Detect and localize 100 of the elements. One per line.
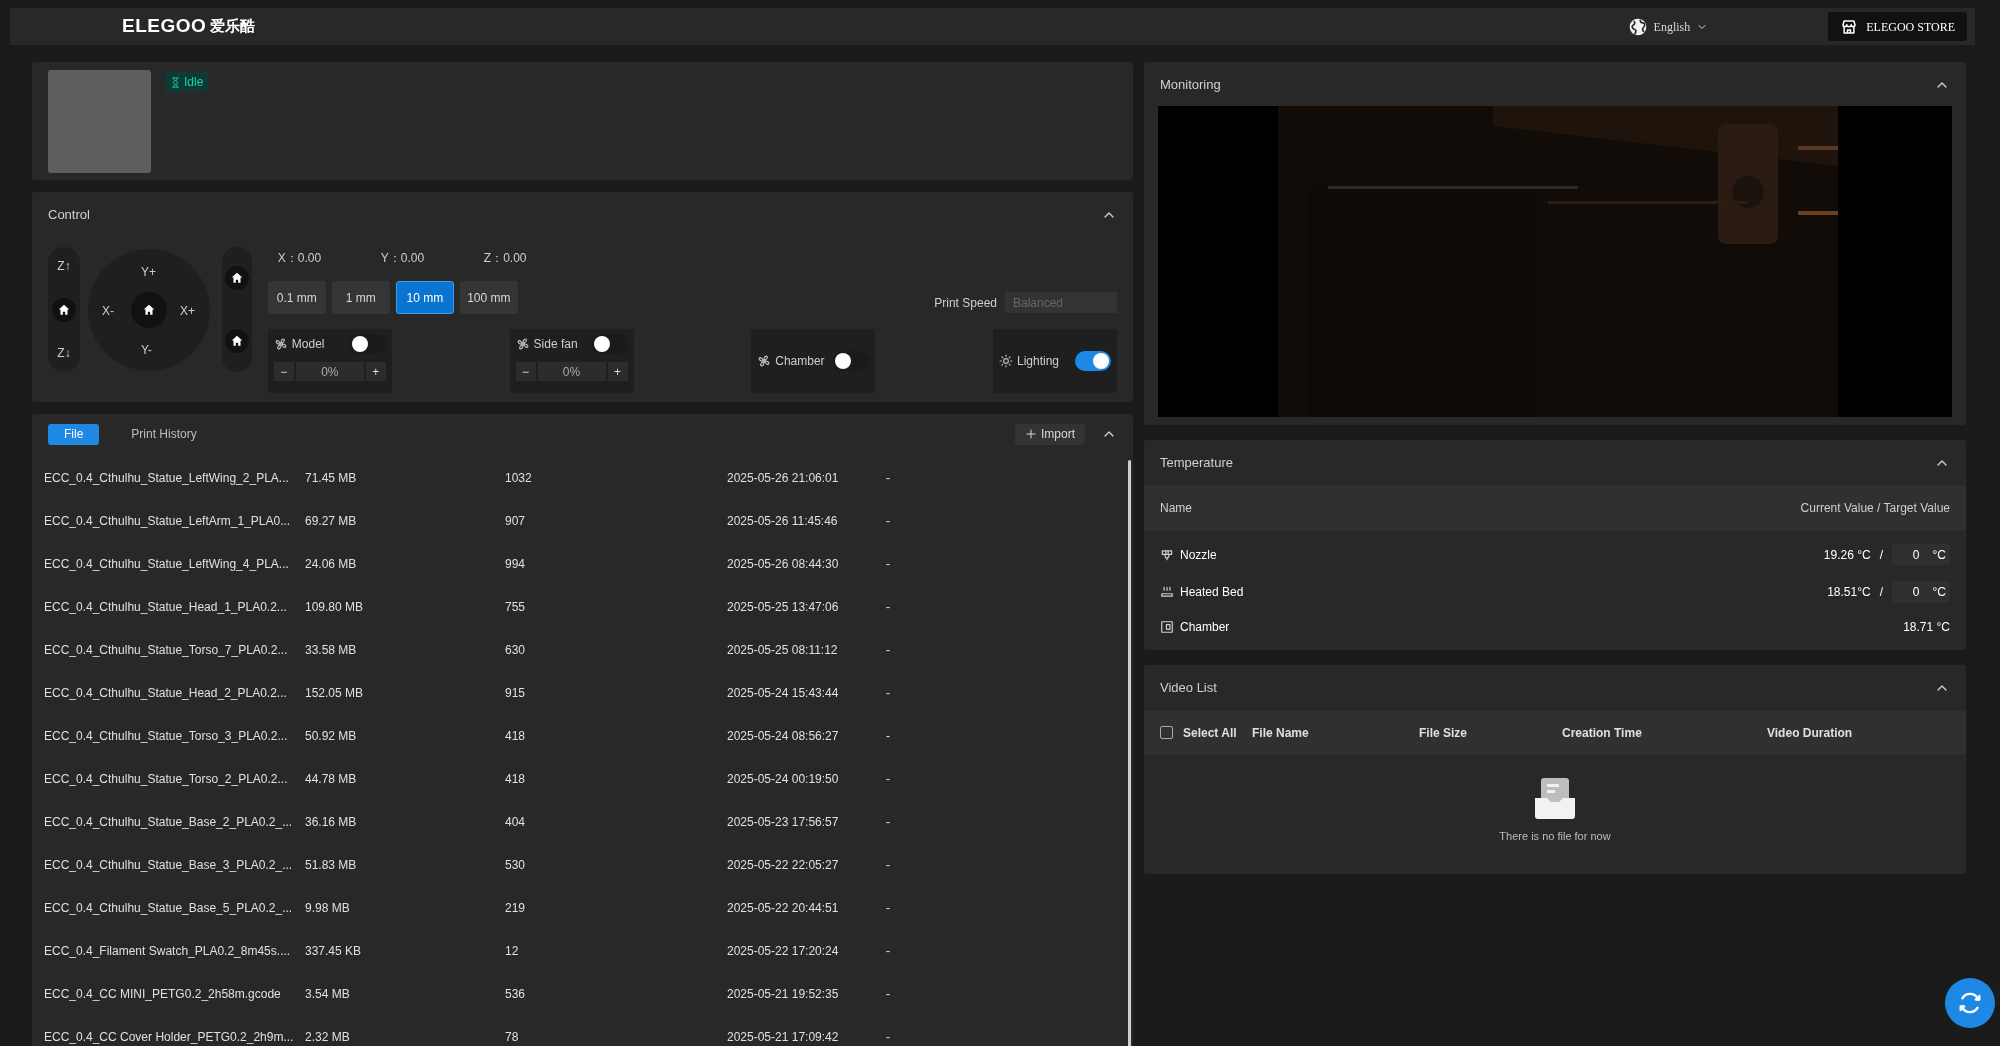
toggle-switch[interactable]	[833, 351, 870, 371]
table-cell-text: -	[886, 813, 890, 831]
z-up-button[interactable]: Z↑	[57, 257, 71, 275]
file-size: 44.78 MB	[305, 770, 358, 788]
sensor-name: Heated Bed	[1180, 583, 1244, 601]
file-size: 24.06 MB	[305, 555, 358, 573]
table-cell-text: 536	[505, 985, 527, 1003]
field-label: Print Speed	[934, 294, 997, 312]
decrease-button[interactable]: −	[273, 362, 294, 381]
file-row[interactable]: ECC_0.4_Cthulhu_Statue_Base_3_PLA0.2_... 51.83 MB 530 2025-05-22 22:05:27 -	[44, 843, 1121, 886]
panel-title: Video List	[1160, 679, 1217, 698]
step-button[interactable]: 100 mm	[459, 281, 518, 314]
switch-label: Chamber	[775, 353, 825, 370]
file-time: 2025-05-25 13:47:06	[727, 598, 840, 616]
target-temperature-field[interactable]: 0 °C	[1892, 544, 1950, 565]
checkbox[interactable]	[1160, 726, 1173, 739]
file-size: 71.45 MB	[305, 469, 358, 487]
panel-title: Temperature	[1160, 454, 1233, 473]
scrollbar[interactable]	[1128, 460, 1131, 1046]
file-row[interactable]: ECC_0.4_Cthulhu_Statue_Base_2_PLA0.2_... 36.16 MB 404 2025-05-23 17:56:57 -	[44, 800, 1121, 843]
home-button[interactable]	[224, 328, 249, 353]
file-size: 337.45 KB	[305, 942, 363, 960]
store-button[interactable]: ELEGOO STORE	[1828, 12, 1967, 41]
table-cell-text: 418	[505, 727, 527, 745]
x-minus-button[interactable]: X-	[101, 302, 114, 320]
table-cell-text: 12	[505, 942, 520, 960]
switch-label: Side fan	[533, 336, 578, 353]
heated-bed-icon	[1160, 584, 1174, 599]
file-row[interactable]: ECC_0.4_CC Cover Holder_PETG0.2_2h9m... 2.32 MB 78 2025-05-21 17:09:42 -	[44, 1015, 1121, 1046]
table-cell-text: 219	[505, 899, 527, 917]
table-cell-text: 915	[505, 684, 527, 702]
file-row[interactable]: ECC_0.4_Cthulhu_Statue_Base_5_PLA0.2_... 9.98 MB 219 2025-05-22 20:44:51 -	[44, 886, 1121, 929]
fan-icon	[273, 337, 288, 351]
file-size: 50.92 MB	[305, 727, 358, 745]
position-readout: Z：0.00	[483, 250, 528, 267]
file-name: ECC_0.4_Filament Swatch_PLA0.2_8m45s....	[44, 942, 292, 960]
file-row[interactable]: ECC_0.4_Cthulhu_Statue_Head_2_PLA0.2... 152.05 MB 915 2025-05-24 15:43:44 -	[44, 671, 1121, 714]
file-row[interactable]: ECC_0.4_Filament Swatch_PLA0.2_8m45s.... 337.45 KB 12 2025-05-22 17:20:24 -	[44, 929, 1121, 972]
file-row[interactable]: ECC_0.4_Cthulhu_Statue_Torso_2_PLA0.2... 44.78 MB 418 2025-05-24 00:19:50 -	[44, 757, 1121, 800]
file-row[interactable]: ECC_0.4_Cthulhu_Statue_LeftWing_2_PLA... 71.45 MB 1032 2025-05-26 21:06:01 -	[44, 456, 1121, 499]
panel-title: Monitoring	[1160, 76, 1221, 95]
logo-text: ELEGOO	[122, 14, 207, 39]
toggle-switch[interactable]	[1074, 351, 1111, 371]
fan-speed-field[interactable]: 0%	[537, 362, 606, 381]
table-cell-text: 755	[505, 598, 527, 616]
select-all-checkbox[interactable]: Select All	[1160, 723, 1252, 742]
increase-button[interactable]: +	[607, 362, 628, 381]
chamber-icon	[1160, 620, 1174, 634]
file-row[interactable]: ECC_0.4_Cthulhu_Statue_LeftWing_4_PLA... 24.06 MB 994 2025-05-26 08:44:30 -	[44, 542, 1121, 585]
empty-state-text: There is no file for now	[1499, 829, 1611, 844]
decrease-button[interactable]: −	[515, 362, 536, 381]
language-selector[interactable]: English	[1627, 16, 1709, 37]
file-name: ECC_0.4_Cthulhu_Statue_LeftWing_4_PLA...	[44, 555, 290, 573]
switch-label: Model	[291, 336, 325, 353]
refresh-button[interactable]	[1945, 978, 1995, 1028]
file-name: ECC_0.4_CC MINI_PETG0.2_2h58m.gcode	[44, 985, 282, 1003]
file-size: 36.16 MB	[305, 813, 358, 831]
file-row[interactable]: ECC_0.4_CC MINI_PETG0.2_2h58m.gcode 3.54 MB 536 2025-05-21 19:52:35 -	[44, 972, 1121, 1015]
table-cell-text: 907	[505, 512, 527, 530]
increase-button[interactable]: +	[365, 362, 386, 381]
nozzle-icon	[1160, 547, 1174, 562]
file-time: 2025-05-25 08:11:12	[727, 641, 839, 659]
home-button[interactable]	[224, 266, 249, 291]
step-button[interactable]: 0.1 mm	[267, 281, 326, 314]
table-cell-text: 418	[505, 770, 527, 788]
x-plus-button[interactable]: X+	[179, 302, 195, 320]
fan-speed-field[interactable]: 0%	[295, 362, 364, 381]
step-button[interactable]: 1 mm	[331, 281, 390, 314]
separator-text: /	[1879, 546, 1883, 564]
tab[interactable]: File	[48, 423, 100, 445]
column-header: Video Duration	[1767, 724, 1853, 742]
file-name: ECC_0.4_Cthulhu_Statue_Base_5_PLA0.2_...	[44, 899, 294, 917]
position-readout: X：0.00	[277, 250, 323, 267]
file-row[interactable]: ECC_0.4_Cthulhu_Statue_Torso_3_PLA0.2... 50.92 MB 418 2025-05-24 08:56:27 -	[44, 714, 1121, 757]
table-cell-text: -	[886, 770, 890, 788]
toggle-switch[interactable]	[349, 334, 386, 354]
tab[interactable]: Print History	[115, 423, 213, 445]
home-xy-button[interactable]	[130, 292, 167, 328]
file-row[interactable]: ECC_0.4_Cthulhu_Statue_LeftArm_1_PLA0... 69.27 MB 907 2025-05-26 11:45:46 -	[44, 499, 1121, 542]
target-temperature-field[interactable]: 0 °C	[1892, 581, 1950, 602]
file-time: 2025-05-23 17:56:57	[727, 813, 840, 831]
table-cell-text: -	[886, 684, 890, 702]
hourglass-icon	[170, 76, 181, 88]
file-time: 2025-05-26 21:06:01	[727, 469, 840, 487]
file-name: ECC_0.4_Cthulhu_Statue_Head_2_PLA0.2...	[44, 684, 288, 702]
z-down-button[interactable]: Z↓	[57, 344, 71, 362]
y-minus-button[interactable]: Y-	[140, 341, 152, 359]
import-button[interactable]: Import	[1015, 423, 1085, 445]
table-cell-text: -	[886, 469, 890, 487]
toggle-switch[interactable]	[591, 334, 628, 354]
y-plus-button[interactable]: Y+	[140, 263, 156, 281]
file-row[interactable]: ECC_0.4_Cthulhu_Statue_Torso_7_PLA0.2... 33.58 MB 630 2025-05-25 08:11:12 -	[44, 628, 1121, 671]
table-cell-text: 1032	[505, 469, 533, 487]
logo-chinese-text: 爱乐酷	[210, 16, 256, 37]
column-header: Name	[1160, 500, 1192, 517]
file-row[interactable]: ECC_0.4_Cthulhu_Statue_Head_1_PLA0.2... 109.80 MB 755 2025-05-25 13:47:06 -	[44, 585, 1121, 628]
panel-title: Control	[48, 206, 90, 225]
home-z-button[interactable]	[52, 297, 76, 322]
switch-label: Lighting	[1016, 353, 1059, 370]
step-button[interactable]: 10 mm	[395, 281, 454, 314]
